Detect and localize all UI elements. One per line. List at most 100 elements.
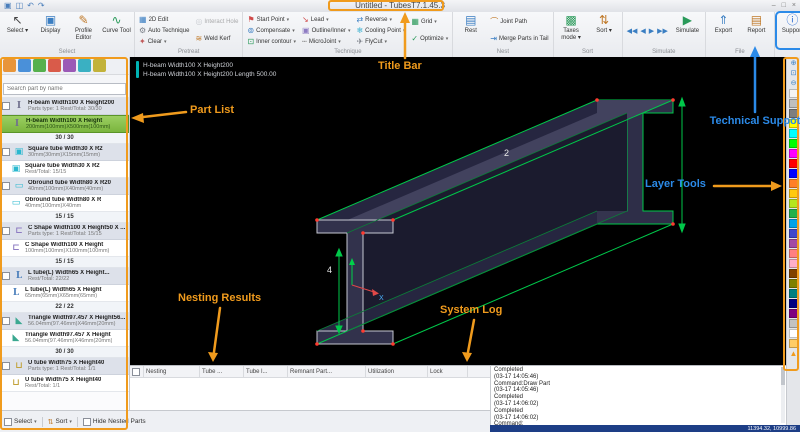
auto-technique-button[interactable]: ⚙Auto Technique	[137, 25, 191, 36]
layer-color-swatch[interactable]	[789, 259, 798, 268]
part-checkbox[interactable]	[2, 317, 10, 325]
scroll-up-icon[interactable]: ▲	[790, 349, 798, 358]
simulate-button[interactable]: ▶Simulate	[672, 13, 703, 48]
grid-button[interactable]: ▦Grid▾	[409, 17, 450, 28]
part-checkbox[interactable]	[2, 102, 10, 110]
curve-tool-button[interactable]: ∿Curve Tool	[101, 13, 132, 48]
column-header-nesting[interactable]: Nesting	[144, 366, 200, 377]
delete-part-icon[interactable]	[48, 59, 61, 72]
select-button[interactable]: Select ▾	[4, 418, 37, 426]
layer-color-swatch[interactable]	[789, 239, 798, 248]
step-forward-button[interactable]: ▶▶	[657, 27, 668, 35]
support-button[interactable]: ⓘSupport	[777, 13, 800, 48]
layer-color-swatch[interactable]	[789, 189, 798, 198]
library-part-icon[interactable]	[78, 59, 91, 72]
layer-color-swatch[interactable]	[789, 149, 798, 158]
part-group-row[interactable]: ⊔U tube Width75 X Height40Parts type: 1 …	[0, 358, 129, 375]
layer-color-swatch[interactable]	[789, 139, 798, 148]
part-group-row[interactable]: IH-beam Width100 X Height200Parts type: …	[0, 98, 129, 115]
start-point-button[interactable]: ⚑Start Point▾	[245, 14, 298, 25]
compensate-button[interactable]: ⊚Compensate▾	[245, 25, 298, 36]
part-item-row[interactable]: IH-beam Width100 X Height200mm(100mm)X50…	[0, 115, 129, 133]
layer-color-swatch[interactable]	[789, 319, 798, 328]
inner-contour-button[interactable]: ⊡Inner contour▾	[245, 36, 298, 47]
layer-color-swatch[interactable]	[789, 269, 798, 278]
layer-color-swatch[interactable]	[789, 249, 798, 258]
column-header-checkbox[interactable]	[130, 366, 144, 377]
part-checkbox[interactable]	[2, 148, 10, 156]
layer-color-swatch[interactable]	[789, 219, 798, 228]
refresh-part-icon[interactable]	[93, 59, 106, 72]
part-checkbox[interactable]	[2, 272, 10, 280]
layer-color-swatch[interactable]	[789, 209, 798, 218]
part-checkbox[interactable]	[2, 362, 10, 370]
2d-edit-button[interactable]: ▦2D Edit	[137, 14, 191, 25]
part-checkbox[interactable]	[2, 227, 10, 235]
part-item-row[interactable]: LL tube(L) Width65 X Height65mm(65mm)X65…	[0, 285, 129, 302]
layer-color-swatch[interactable]	[789, 99, 798, 108]
interact-hole-button[interactable]: ◎Interact Hole	[193, 17, 240, 28]
layer-color-swatch[interactable]	[789, 339, 798, 348]
reverse-button[interactable]: ⇄Reverse▾	[354, 14, 407, 25]
report-button[interactable]: ▤Report	[741, 13, 772, 48]
profile-editor-button[interactable]: ✎Profile Editor	[68, 13, 99, 48]
search-input[interactable]	[3, 83, 126, 95]
zoom-in-icon[interactable]: ⊕	[791, 59, 797, 68]
optimize-button[interactable]: ✓Optimize▾	[409, 33, 450, 44]
part-group-row[interactable]: ⊏C Shape Width100 X Height50 X ...Parts …	[0, 223, 129, 240]
layer-color-swatch[interactable]	[789, 229, 798, 238]
layer-color-swatch[interactable]	[789, 119, 798, 128]
joint-path-button[interactable]: ⌒Joint Path	[488, 17, 550, 28]
column-header-tube-l[interactable]: Tube l...	[244, 366, 288, 377]
microjoint-button[interactable]: ┄MicroJoint▾	[300, 36, 352, 47]
layer-color-swatch[interactable]	[789, 89, 798, 98]
viewport-3d[interactable]: 2 4 X H-beam Width100 X Height200 H-beam…	[130, 57, 786, 365]
hide-nested-parts-toggle[interactable]: Hide Nested Parts	[83, 418, 146, 426]
sort-button[interactable]: ⇅ Sort ▾	[48, 418, 72, 426]
clear-button[interactable]: ✦Clear▾	[137, 36, 191, 47]
outline-inner-button[interactable]: ▣Outline/Inner▾	[300, 25, 352, 36]
part-item-row[interactable]: ⊏C Shape Width100 X Height100mm(100mm)X1…	[0, 240, 129, 257]
part-item-row[interactable]: ⊔U tube Width75 X Height40Rest/Total: 1/…	[0, 375, 129, 392]
copy-part-icon[interactable]	[63, 59, 76, 72]
draw-part-icon[interactable]	[33, 59, 46, 72]
back-button[interactable]: ◀	[640, 27, 645, 35]
layer-color-swatch[interactable]	[789, 279, 798, 288]
part-group-row[interactable]: ▭Obround tube Width80 X R2040mm(100mm)X4…	[0, 178, 129, 195]
log-scrollbar-thumb[interactable]	[781, 367, 785, 385]
part-group-row[interactable]: ▣Square tube Width30 X R230mm(30mm)X15mm…	[0, 144, 129, 161]
layer-color-swatch[interactable]	[789, 299, 798, 308]
maximize-button[interactable]: □	[782, 1, 786, 11]
layer-color-swatch[interactable]	[789, 289, 798, 298]
weld-kerf-button[interactable]: ≋Weld Kerf	[193, 33, 240, 44]
column-header-utilization[interactable]: Utilization	[366, 366, 428, 377]
lead-button[interactable]: ↘Lead▾	[300, 14, 352, 25]
part-item-row[interactable]: ▭Obround tube Width80 X R40mm(100mm)X40m…	[0, 195, 129, 212]
part-item-row[interactable]: ◣Triangle Width97.457 X Height56.04mm(97…	[0, 330, 129, 347]
step-back-button[interactable]: ◀◀	[627, 27, 638, 35]
zoom-out-icon[interactable]: ⊖	[791, 79, 797, 88]
layer-color-swatch[interactable]	[789, 179, 798, 188]
column-header-tube[interactable]: Tube ...	[200, 366, 244, 377]
layer-color-swatch[interactable]	[789, 109, 798, 118]
cooling-point-button[interactable]: ❄Cooling Point▾	[354, 25, 407, 36]
layer-color-swatch[interactable]	[789, 169, 798, 178]
rest-button[interactable]: ▤Rest	[455, 13, 486, 48]
flycut-button[interactable]: ✈FlyCut▾	[354, 36, 407, 47]
close-button[interactable]: ×	[792, 1, 796, 11]
export-button[interactable]: ⇑Export	[708, 13, 739, 48]
select-button[interactable]: ↖Select ▾	[2, 13, 33, 48]
part-group-row[interactable]: LL tube(L) Width65 X Height...Rest/Total…	[0, 268, 129, 285]
layer-color-swatch[interactable]	[789, 309, 798, 318]
part-checkbox[interactable]	[2, 182, 10, 190]
part-item-row[interactable]: ▣Square tube Width30 X R2Rest/Total: 15/…	[0, 161, 129, 178]
part-group-row[interactable]: ◣Triangle Width97.457 X Height56...56.04…	[0, 313, 129, 330]
merge-parts-in-tail-button[interactable]: ⇥Merge Parts in Tail	[488, 33, 550, 44]
display-button[interactable]: ▣Display	[35, 13, 66, 48]
layer-color-swatch[interactable]	[789, 199, 798, 208]
column-header-remnant-part[interactable]: Remnant Part...	[288, 366, 366, 377]
layer-color-swatch[interactable]	[789, 159, 798, 168]
taxes-mode-button[interactable]: ▩Taxes mode ▾	[556, 13, 587, 48]
sort-button[interactable]: ⇅Sort ▾	[589, 13, 620, 48]
import-part-icon[interactable]	[18, 59, 31, 72]
